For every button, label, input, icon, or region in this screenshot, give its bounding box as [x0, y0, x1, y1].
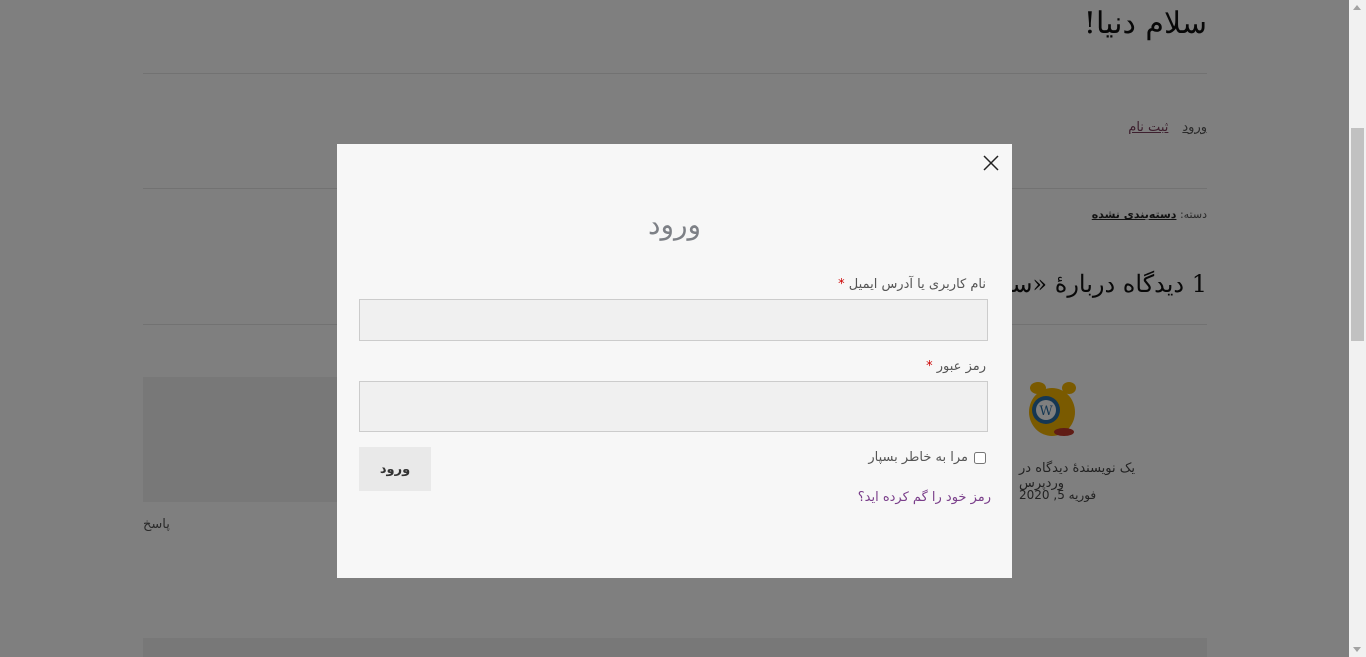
- scroll-up-icon[interactable]: [1353, 5, 1361, 10]
- scrollbar-thumb[interactable]: [1351, 128, 1364, 341]
- username-label: نام کاربری یا آدرس ایمیل *: [838, 277, 986, 292]
- login-modal: ورود نام کاربری یا آدرس ایمیل * رمز عبور…: [337, 144, 1012, 578]
- lost-password-link[interactable]: رمز خود را گم کرده اید؟: [858, 490, 991, 505]
- modal-title: ورود: [647, 208, 702, 241]
- required-mark: *: [838, 277, 845, 292]
- remember-checkbox[interactable]: [974, 451, 986, 464]
- login-submit-button[interactable]: ورود: [359, 447, 431, 491]
- username-input[interactable]: [359, 299, 988, 341]
- remember-label: مرا به خاطر بسپار: [868, 450, 968, 465]
- required-mark: *: [926, 359, 933, 374]
- scroll-down-icon[interactable]: [1353, 647, 1361, 652]
- scrollbar[interactable]: [1349, 0, 1366, 657]
- remember-me[interactable]: مرا به خاطر بسپار: [868, 450, 986, 465]
- close-icon[interactable]: [980, 152, 1002, 174]
- password-input[interactable]: [359, 381, 988, 432]
- password-label: رمز عبور *: [926, 359, 986, 374]
